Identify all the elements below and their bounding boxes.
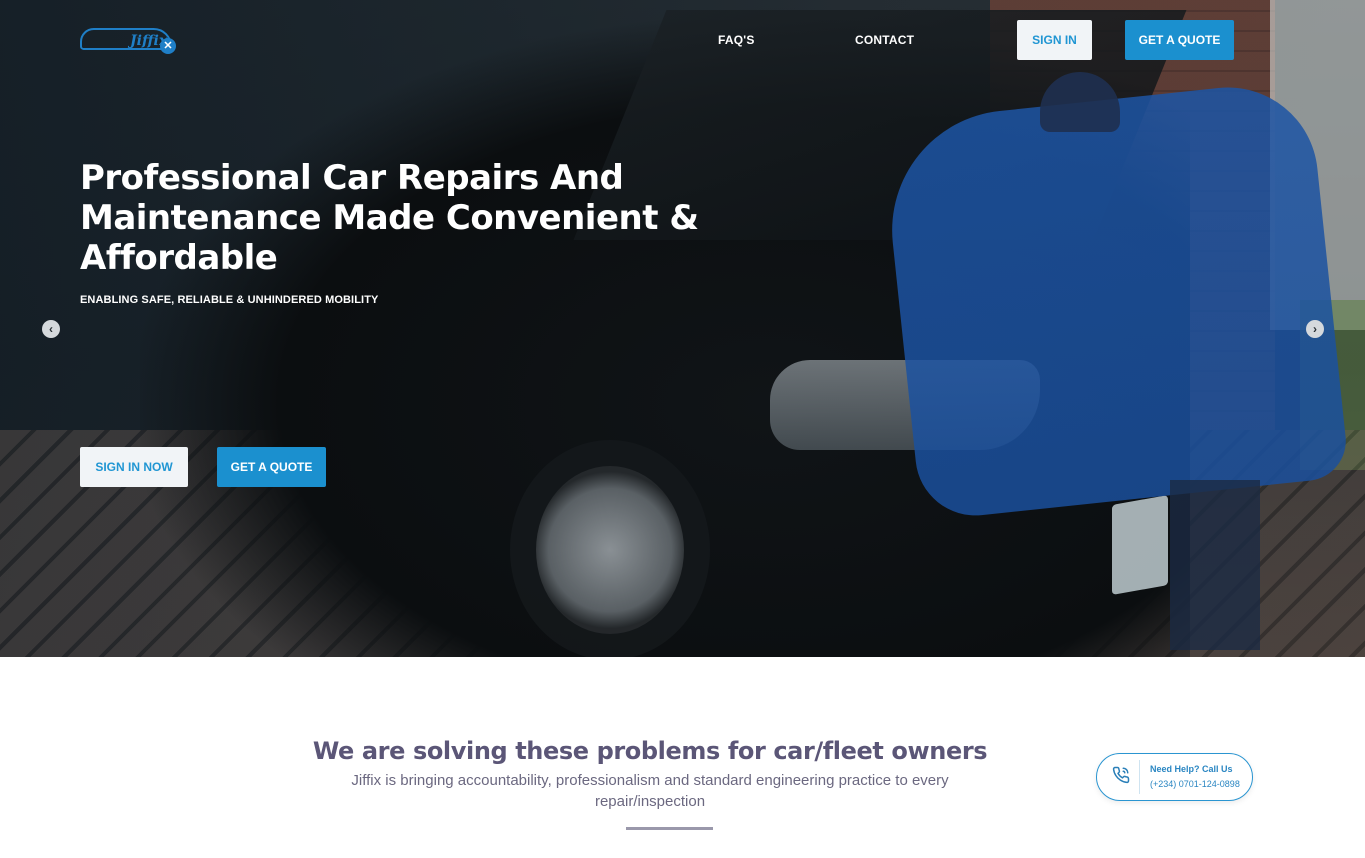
brand-logo[interactable]: Jiffix ✕	[80, 22, 185, 56]
nav-link-faqs[interactable]: FAQ'S	[718, 33, 755, 47]
help-phone-number: (+234) 0701-124-0898	[1150, 779, 1240, 789]
nav-link-contact[interactable]: CONTACT	[855, 33, 914, 47]
help-label: Need Help? Call Us	[1150, 764, 1233, 774]
carousel-next-icon[interactable]: ›	[1306, 320, 1324, 338]
help-divider	[1139, 760, 1140, 794]
nav-get-quote-label: GET A QUOTE	[1138, 33, 1221, 47]
phone-icon	[1111, 766, 1131, 786]
hero-get-quote-label: GET A QUOTE	[230, 460, 313, 474]
hero-image-mechanic-legs	[1170, 480, 1260, 650]
wrench-badge-icon: ✕	[160, 38, 176, 54]
need-help-call-button[interactable]: Need Help? Call Us (+234) 0701-124-0898	[1096, 753, 1253, 801]
hero-image-wheel	[510, 440, 710, 657]
nav-sign-in-label: SIGN IN	[1032, 33, 1077, 47]
hero-sign-in-now-label: SIGN IN NOW	[95, 460, 173, 474]
hero-banner: Jiffix ✕ FAQ'S CONTACT SIGN IN GET A QUO…	[0, 0, 1365, 657]
nav-get-quote-button[interactable]: GET A QUOTE	[1125, 20, 1234, 60]
hero-subtitle: ENABLING SAFE, RELIABLE & UNHINDERED MOB…	[80, 294, 379, 306]
hero-title: Professional Car Repairs And Maintenance…	[80, 158, 699, 278]
hero-get-quote-button[interactable]: GET A QUOTE	[217, 447, 326, 487]
hero-sign-in-now-button[interactable]: SIGN IN NOW	[80, 447, 188, 487]
carousel-prev-icon[interactable]: ‹	[42, 320, 60, 338]
hero-image-mechanic	[880, 78, 1350, 522]
section-divider	[626, 827, 713, 830]
hero-image-license-plate	[1112, 495, 1168, 595]
section-description: Jiffix is bringing accountability, profe…	[351, 772, 949, 810]
nav-sign-in-button[interactable]: SIGN IN	[1017, 20, 1092, 60]
